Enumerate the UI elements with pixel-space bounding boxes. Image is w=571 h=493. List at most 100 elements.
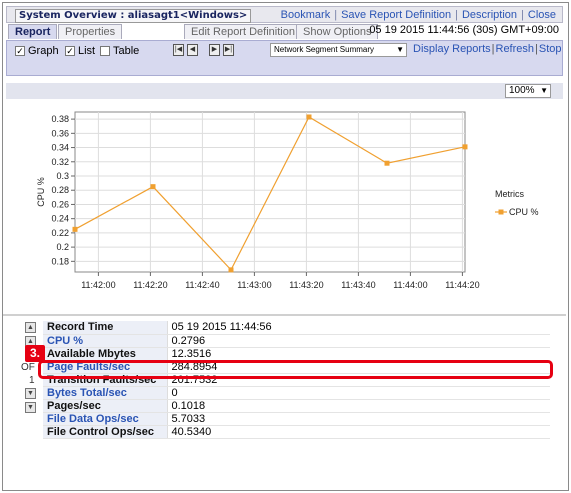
callout-badge: 3. [25, 345, 45, 362]
window-title: System Overview : aliasagt1<Windows> [15, 9, 252, 23]
report-type-value: Network Segment Summary [274, 45, 375, 54]
scroll-down-icon[interactable]: ▼ [25, 388, 36, 399]
tab-row: Report Properties Edit Report Definition… [6, 23, 563, 40]
x-tick-label: 11:43:20 [289, 280, 323, 290]
table-row: Record Time 05 19 2015 11:44:56 [43, 321, 550, 335]
close-link[interactable]: Close [528, 9, 556, 21]
metric-value: 284.8954 [166, 360, 550, 374]
side-label-one: 1 [29, 375, 35, 386]
metric-value: 201.7532 [166, 373, 550, 387]
graph-checkbox[interactable]: ✓ [15, 46, 25, 56]
metric-value: 12.3516 [166, 347, 550, 361]
y-tick-label: 0.38 [51, 114, 69, 124]
y-tick-label: 0.36 [51, 128, 69, 138]
data-point [306, 114, 312, 120]
graph-label: Graph [28, 45, 59, 57]
tab-show-options[interactable]: Show Options [296, 24, 379, 39]
report-type-select[interactable]: Network Segment Summary ▼ [270, 43, 407, 57]
data-point [150, 184, 156, 190]
list-checkbox[interactable]: ✓ [65, 46, 75, 56]
graph-option[interactable]: ✓ Graph [15, 45, 59, 57]
collapse-icon[interactable]: ▲ [25, 322, 36, 333]
report-toolbar: ✓ Graph ✓ List Table |◀ ◀ ▶ ▶| Network S… [6, 40, 563, 76]
metric-name[interactable]: File Data Ops/sec [43, 412, 167, 426]
metric-name: Transition Faults/sec [43, 373, 167, 387]
table-row: File Control Ops/sec 40.5340 [43, 425, 550, 439]
legend-entry: CPU % [509, 207, 539, 217]
table-row: Transition Faults/sec 201.7532 [43, 373, 550, 387]
y-tick-label: 0.18 [51, 256, 69, 266]
table-checkbox[interactable] [100, 46, 110, 56]
description-link[interactable]: Description [462, 9, 517, 21]
y-tick-label: 0.28 [51, 185, 69, 195]
zoom-bar: 100% ▼ [6, 83, 563, 99]
metrics-table: Record Time 05 19 2015 11:44:56 CPU % 0.279… [43, 321, 550, 439]
cpu-line-chart: 0.18 0.2 0.22 0.24 0.26 0.28 0.3 0.32 0.34 0.36 0.… [36, 111, 539, 290]
last-page-icon[interactable]: ▶| [223, 44, 234, 56]
metric-value: 0 [166, 386, 550, 400]
y-tick-label: 0.24 [51, 214, 69, 224]
legend-swatch-marker [498, 209, 504, 215]
metric-value: 05 19 2015 11:44:56 [166, 321, 550, 335]
x-tick-label: 11:42:20 [133, 280, 167, 290]
refresh-link[interactable]: Refresh [496, 43, 535, 55]
display-reports-link[interactable]: Display Reports [413, 43, 491, 55]
data-point [72, 226, 78, 232]
metric-value: 0.1018 [166, 399, 550, 413]
save-report-definition-link[interactable]: Save Report Definition [341, 9, 451, 21]
side-label-of: OF [21, 362, 35, 373]
data-point [462, 144, 468, 150]
tab-report[interactable]: Report [8, 24, 58, 39]
metric-name[interactable]: Bytes Total/sec [43, 386, 167, 400]
plot-area [74, 111, 466, 273]
y-axis-label: CPU % [36, 177, 46, 207]
table-label: Table [113, 45, 140, 57]
expand-icon[interactable]: ▼ [25, 402, 36, 413]
metric-value: 5.7033 [166, 412, 550, 426]
y-tick-label: 0.3 [56, 171, 69, 181]
metric-name: Available Mbytes [43, 347, 167, 361]
previous-page-icon[interactable]: ◀ [187, 44, 198, 56]
timestamp: 05 19 2015 11:44:56 (30s) GMT+09:00 [369, 24, 559, 36]
tab-edit-report-definition[interactable]: Edit Report Definition [184, 24, 302, 39]
x-tick-label: 11:43:00 [237, 280, 271, 290]
table-row: Page Faults/sec 284.8954 [43, 360, 550, 374]
dropdown-arrow-icon: ▼ [396, 45, 404, 54]
next-page-icon[interactable]: ▶ [209, 44, 220, 56]
y-tick-label: 0.22 [51, 228, 69, 238]
metric-value: 0.2796 [166, 334, 550, 348]
table-row: Bytes Total/sec 0 [43, 386, 550, 400]
bookmark-link[interactable]: Bookmark [281, 9, 331, 21]
table-option[interactable]: Table [100, 45, 139, 57]
zoom-select[interactable]: 100% ▼ [505, 84, 551, 98]
zoom-value: 100% [509, 85, 535, 96]
y-tick-label: 0.26 [51, 199, 69, 209]
legend-title: Metrics [495, 189, 524, 199]
title-bar: System Overview : aliasagt1<Windows> Boo… [6, 6, 563, 23]
x-tick-label: 11:44:20 [445, 280, 479, 290]
x-tick-label: 11:42:40 [185, 280, 219, 290]
table-row: File Data Ops/sec 5.7033 [43, 412, 550, 426]
metric-name[interactable]: CPU % [43, 334, 167, 348]
title-links: Bookmark | Save Report Definition | Descript… [280, 9, 556, 21]
x-tick-label: 11:42:00 [81, 280, 115, 290]
x-tick-label: 11:43:40 [341, 280, 375, 290]
metric-name[interactable]: Page Faults/sec [43, 360, 167, 374]
section-divider [3, 314, 566, 316]
y-tick-label: 0.2 [56, 242, 69, 252]
stop-link[interactable]: Stop [539, 43, 562, 55]
data-point [228, 267, 234, 273]
y-tick-label: 0.32 [51, 157, 69, 167]
metric-value: 40.5340 [166, 425, 550, 439]
y-tick-label: 0.34 [51, 143, 69, 153]
table-row: Pages/sec 0.1018 [43, 399, 550, 413]
first-page-icon[interactable]: |◀ [173, 44, 184, 56]
table-row: Available Mbytes 12.3516 [43, 347, 550, 361]
list-option[interactable]: ✓ List [65, 45, 95, 57]
zoom-dropdown-arrow-icon: ▼ [540, 86, 548, 95]
toolbar-links: Display Reports|Refresh|Stop [413, 43, 562, 55]
metric-name: Record Time [43, 321, 167, 335]
tab-properties[interactable]: Properties [58, 24, 123, 39]
table-row: CPU % 0.2796 [43, 334, 550, 348]
metric-name: Pages/sec [43, 399, 167, 413]
